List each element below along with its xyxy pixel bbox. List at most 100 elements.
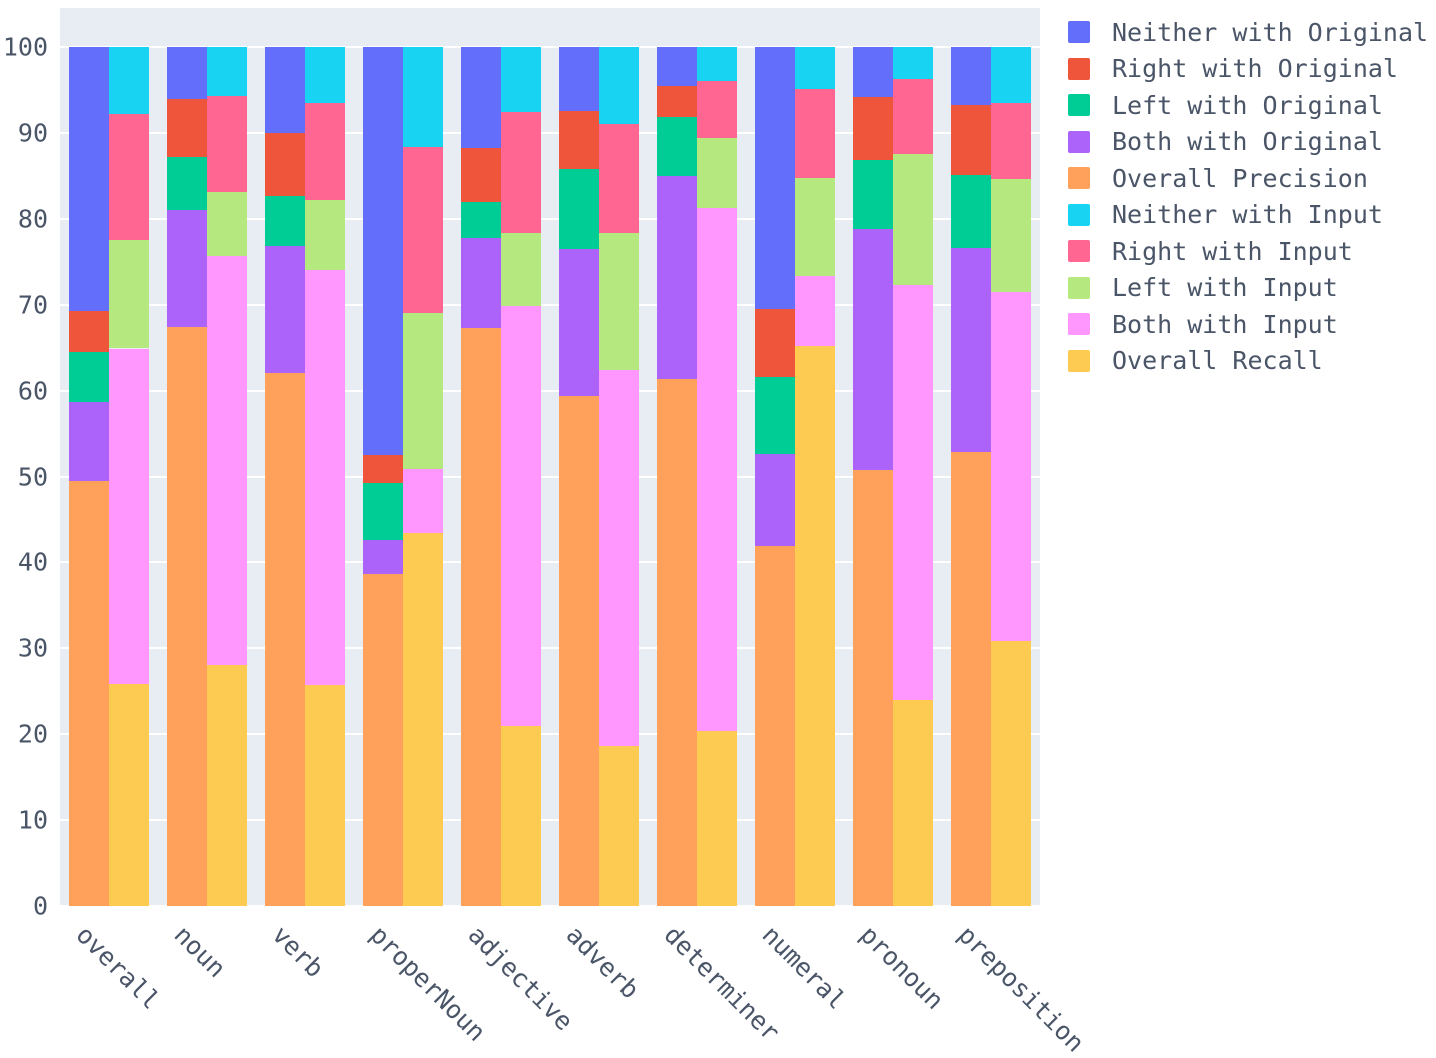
bar-segment[interactable]: [109, 348, 149, 685]
bar-group-preposition[interactable]: [942, 8, 1040, 906]
bar-segment[interactable]: [755, 376, 795, 455]
bar-segment[interactable]: [697, 138, 737, 209]
bar-segment[interactable]: [305, 199, 345, 271]
bar-segment[interactable]: [305, 102, 345, 200]
legend-item[interactable]: Overall Precision: [1068, 160, 1428, 197]
legend-item[interactable]: Both with Original: [1068, 124, 1428, 161]
bar-group-adjective[interactable]: [452, 8, 550, 906]
bar-determiner-original[interactable]: [657, 8, 697, 906]
bar-adjective-original[interactable]: [461, 8, 501, 906]
bar-segment[interactable]: [951, 47, 991, 106]
bar-numeral-input[interactable]: [795, 8, 835, 906]
bar-segment[interactable]: [501, 306, 541, 727]
bar-segment[interactable]: [109, 240, 149, 349]
bar-segment[interactable]: [109, 114, 149, 241]
bar-segment[interactable]: [69, 480, 109, 906]
bar-pronoun-input[interactable]: [893, 8, 933, 906]
bar-segment[interactable]: [501, 47, 541, 113]
bar-preposition-input[interactable]: [991, 8, 1031, 906]
legend-item[interactable]: Overall Recall: [1068, 343, 1428, 380]
bar-segment[interactable]: [403, 146, 443, 314]
bar-segment[interactable]: [853, 47, 893, 97]
bar-verb-original[interactable]: [265, 8, 305, 906]
bar-segment[interactable]: [697, 80, 737, 139]
bar-overall-input[interactable]: [109, 8, 149, 906]
bar-segment[interactable]: [265, 132, 305, 197]
bar-segment[interactable]: [501, 726, 541, 906]
bar-segment[interactable]: [305, 47, 345, 103]
bar-group-determiner[interactable]: [648, 8, 746, 906]
bar-determiner-input[interactable]: [697, 8, 737, 906]
bar-segment[interactable]: [207, 192, 247, 256]
bar-segment[interactable]: [403, 468, 443, 534]
bar-segment[interactable]: [893, 284, 933, 700]
bar-segment[interactable]: [893, 47, 933, 79]
bar-segment[interactable]: [559, 47, 599, 112]
bar-segment[interactable]: [697, 730, 737, 906]
bar-segment[interactable]: [461, 147, 501, 203]
bar-adverb-input[interactable]: [599, 8, 639, 906]
bar-segment[interactable]: [363, 574, 403, 906]
bar-segment[interactable]: [991, 640, 1031, 906]
bar-segment[interactable]: [207, 664, 247, 906]
bar-segment[interactable]: [207, 47, 247, 96]
bar-overall-original[interactable]: [69, 8, 109, 906]
bar-segment[interactable]: [599, 746, 639, 906]
bar-segment[interactable]: [461, 237, 501, 328]
bar-group-properNoun[interactable]: [354, 8, 452, 906]
bar-noun-input[interactable]: [207, 8, 247, 906]
bar-properNoun-input[interactable]: [403, 8, 443, 906]
bar-segment[interactable]: [167, 47, 207, 99]
bar-verb-input[interactable]: [305, 8, 345, 906]
bar-segment[interactable]: [461, 327, 501, 906]
bar-segment[interactable]: [755, 47, 795, 309]
bar-segment[interactable]: [461, 47, 501, 148]
bar-segment[interactable]: [501, 232, 541, 307]
bar-numeral-original[interactable]: [755, 8, 795, 906]
bar-segment[interactable]: [363, 47, 403, 456]
bar-segment[interactable]: [363, 483, 403, 541]
bar-segment[interactable]: [795, 177, 835, 277]
bar-segment[interactable]: [363, 455, 403, 484]
bar-segment[interactable]: [403, 533, 443, 906]
bar-segment[interactable]: [559, 168, 599, 249]
bar-segment[interactable]: [657, 116, 697, 176]
bar-segment[interactable]: [657, 85, 697, 117]
bar-adverb-original[interactable]: [559, 8, 599, 906]
bar-segment[interactable]: [853, 229, 893, 470]
bar-segment[interactable]: [697, 208, 737, 731]
bar-segment[interactable]: [403, 47, 443, 147]
bar-segment[interactable]: [265, 196, 305, 247]
bar-segment[interactable]: [559, 111, 599, 169]
bar-segment[interactable]: [305, 685, 345, 906]
bar-segment[interactable]: [559, 395, 599, 906]
bar-segment[interactable]: [599, 369, 639, 747]
legend-item[interactable]: Left with Original: [1068, 87, 1428, 124]
bar-segment[interactable]: [265, 372, 305, 906]
bar-segment[interactable]: [559, 248, 599, 396]
bar-pronoun-original[interactable]: [853, 8, 893, 906]
bar-segment[interactable]: [697, 47, 737, 81]
bar-segment[interactable]: [109, 47, 149, 114]
bar-properNoun-original[interactable]: [363, 8, 403, 906]
bar-segment[interactable]: [207, 95, 247, 193]
bar-segment[interactable]: [853, 96, 893, 160]
bar-segment[interactable]: [853, 159, 893, 230]
bar-segment[interactable]: [167, 156, 207, 211]
bar-segment[interactable]: [795, 47, 835, 90]
bar-segment[interactable]: [167, 98, 207, 157]
bar-group-adverb[interactable]: [550, 8, 648, 906]
bar-segment[interactable]: [109, 684, 149, 906]
bar-segment[interactable]: [69, 401, 109, 481]
bar-segment[interactable]: [657, 47, 697, 86]
bar-segment[interactable]: [599, 47, 639, 125]
legend-item[interactable]: Right with Original: [1068, 51, 1428, 88]
bar-group-pronoun[interactable]: [844, 8, 942, 906]
bar-segment[interactable]: [599, 124, 639, 234]
bar-segment[interactable]: [501, 112, 541, 233]
bar-segment[interactable]: [167, 210, 207, 328]
bar-segment[interactable]: [69, 310, 109, 352]
bar-segment[interactable]: [363, 540, 403, 575]
bar-segment[interactable]: [951, 174, 991, 248]
bar-segment[interactable]: [69, 351, 109, 402]
